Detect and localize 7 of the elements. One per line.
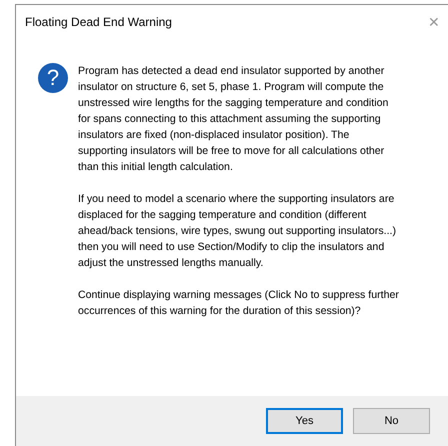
message-paragraph: If you need to model a scenario where the supporting insulators are displaced for the sagging temperature and condition (different ahead/back tensions, wire types, swung out supporting insulators...) then you will need to use Section/Modify to clip the insulators and adjust the unstressed lengths manually. (78, 192, 397, 271)
question-icon: ? (38, 63, 68, 93)
message-paragraph: Continue displaying warning messages (Click No to suppress further occurrences of this warning for the duration of this session)? (78, 288, 400, 319)
message-paragraph: Program has detected a dead end insulator supported by another insulator on structure 6, set 5, phase 1. Program will compute the unstressed wire lengths for the sagging temperature and condition for spans connecting to this attachment assuming the supporting insulators are fixed (non-displaced insulator position). The supporting insulators will be free to move for all calculations other than this initial length calculation. (78, 64, 390, 175)
dialog-button[interactable]: Yes (266, 408, 343, 434)
dialog-button[interactable]: No (353, 408, 430, 434)
window-title: Floating Dead End Warning (25, 14, 172, 31)
